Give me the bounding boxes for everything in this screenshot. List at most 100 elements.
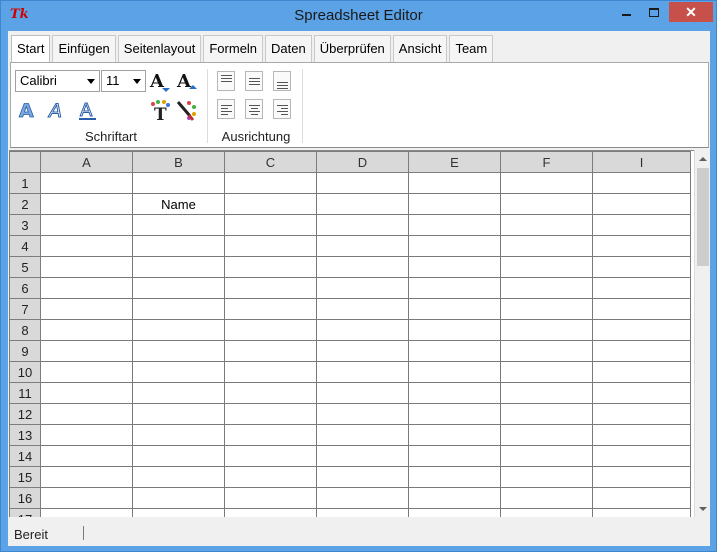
row-header[interactable]: 12 bbox=[9, 403, 41, 425]
grid-cell[interactable] bbox=[40, 256, 133, 278]
row-header[interactable]: 17 bbox=[9, 508, 41, 517]
tab-seitenlayout[interactable]: Seitenlayout bbox=[117, 35, 202, 62]
column-header[interactable]: B bbox=[132, 151, 225, 173]
align-top-icon[interactable] bbox=[217, 71, 235, 91]
grid-cell[interactable] bbox=[592, 382, 691, 404]
grid-cell[interactable] bbox=[40, 382, 133, 404]
grid-cell[interactable] bbox=[408, 172, 501, 194]
grid-cell[interactable] bbox=[316, 382, 409, 404]
row-header[interactable]: 11 bbox=[9, 382, 41, 404]
grid-cell[interactable] bbox=[132, 319, 225, 341]
grid-cell[interactable] bbox=[408, 403, 501, 425]
grid-cell[interactable] bbox=[500, 508, 593, 517]
grid-cell[interactable] bbox=[408, 445, 501, 467]
grid-cell[interactable] bbox=[132, 424, 225, 446]
grid-cell[interactable] bbox=[592, 340, 691, 362]
grid-cell[interactable] bbox=[592, 277, 691, 299]
grid-cell[interactable] bbox=[224, 361, 317, 383]
grid-cell[interactable] bbox=[408, 466, 501, 488]
grid-cell[interactable] bbox=[408, 487, 501, 509]
grid-cell[interactable] bbox=[316, 277, 409, 299]
grid-cell[interactable] bbox=[500, 403, 593, 425]
grid-cell[interactable]: Name bbox=[132, 193, 225, 215]
grid-cell[interactable] bbox=[592, 298, 691, 320]
grid-cell[interactable] bbox=[132, 256, 225, 278]
grid-cell[interactable] bbox=[316, 214, 409, 236]
align-left-icon[interactable] bbox=[217, 99, 235, 119]
grid-cell[interactable] bbox=[408, 340, 501, 362]
grid-cell[interactable] bbox=[500, 256, 593, 278]
align-middle-icon[interactable] bbox=[245, 71, 263, 91]
grid-cell[interactable] bbox=[316, 403, 409, 425]
grid-cell[interactable] bbox=[224, 277, 317, 299]
grid-cell[interactable] bbox=[40, 172, 133, 194]
grid-cell[interactable] bbox=[316, 235, 409, 257]
grid-cell[interactable] bbox=[224, 424, 317, 446]
grid-cell[interactable] bbox=[316, 445, 409, 467]
grid-cell[interactable] bbox=[224, 214, 317, 236]
grid-cell[interactable] bbox=[132, 235, 225, 257]
grid-cell[interactable] bbox=[408, 361, 501, 383]
grid-cell[interactable] bbox=[132, 445, 225, 467]
grid-cell[interactable] bbox=[132, 340, 225, 362]
grid-cell[interactable] bbox=[224, 298, 317, 320]
row-header[interactable]: 2 bbox=[9, 193, 41, 215]
grid-cell[interactable] bbox=[500, 445, 593, 467]
row-header[interactable]: 5 bbox=[9, 256, 41, 278]
vertical-scrollbar[interactable] bbox=[694, 150, 710, 517]
grid-cell[interactable] bbox=[40, 466, 133, 488]
grid-cell[interactable] bbox=[132, 403, 225, 425]
grid-cell[interactable] bbox=[316, 466, 409, 488]
tab-team[interactable]: Team bbox=[449, 35, 494, 62]
maximize-button[interactable] bbox=[641, 2, 667, 22]
grid-cell[interactable] bbox=[592, 487, 691, 509]
grid-cell[interactable] bbox=[500, 382, 593, 404]
grid-cell[interactable] bbox=[408, 424, 501, 446]
grid-cell[interactable] bbox=[316, 298, 409, 320]
close-button[interactable]: ✕ bbox=[669, 2, 713, 22]
row-header[interactable]: 13 bbox=[9, 424, 41, 446]
grid-cell[interactable] bbox=[224, 403, 317, 425]
row-header[interactable]: 8 bbox=[9, 319, 41, 341]
grid-cell[interactable] bbox=[40, 235, 133, 257]
column-header[interactable]: D bbox=[316, 151, 409, 173]
clear-format-icon[interactable] bbox=[175, 99, 197, 121]
tab-ansicht[interactable]: Ansicht bbox=[392, 35, 448, 62]
font-size-select[interactable]: 11 bbox=[101, 70, 146, 92]
grid-cell[interactable] bbox=[592, 508, 691, 517]
grid-cell[interactable] bbox=[224, 319, 317, 341]
grid-cell[interactable] bbox=[40, 340, 133, 362]
row-header[interactable]: 15 bbox=[9, 466, 41, 488]
grid-cell[interactable] bbox=[316, 361, 409, 383]
grid-cell[interactable] bbox=[40, 361, 133, 383]
grid-cell[interactable] bbox=[40, 193, 133, 215]
text-effect-underline-icon[interactable]: A bbox=[77, 99, 99, 121]
column-header[interactable]: F bbox=[500, 151, 593, 173]
grid-cell[interactable] bbox=[316, 508, 409, 517]
grid-cell[interactable] bbox=[408, 277, 501, 299]
row-header[interactable]: 7 bbox=[9, 298, 41, 320]
shrink-font-icon[interactable]: A bbox=[175, 70, 197, 92]
grid-cell[interactable] bbox=[40, 445, 133, 467]
column-header[interactable]: C bbox=[224, 151, 317, 173]
align-bottom-icon[interactable] bbox=[273, 71, 291, 91]
grid-cell[interactable] bbox=[224, 382, 317, 404]
grid-cell[interactable] bbox=[224, 172, 317, 194]
grid-cell[interactable] bbox=[40, 298, 133, 320]
tab-ueberpruefen[interactable]: Überprüfen bbox=[313, 35, 391, 62]
title-bar[interactable]: Tk Spreadsheet Editor ✕ bbox=[1, 1, 716, 31]
grid-cell[interactable] bbox=[132, 277, 225, 299]
grid-cell[interactable] bbox=[592, 214, 691, 236]
grid-cell[interactable] bbox=[224, 193, 317, 215]
font-family-select[interactable]: Calibri bbox=[15, 70, 100, 92]
grid-cell[interactable] bbox=[500, 487, 593, 509]
align-center-icon[interactable] bbox=[245, 99, 263, 119]
text-effect-outline-icon[interactable]: A bbox=[17, 99, 39, 121]
grid-corner[interactable] bbox=[9, 151, 41, 173]
grid-cell[interactable] bbox=[132, 466, 225, 488]
row-header[interactable]: 3 bbox=[9, 214, 41, 236]
scroll-down-button[interactable] bbox=[695, 500, 711, 517]
grid-cell[interactable] bbox=[132, 214, 225, 236]
grid-cell[interactable] bbox=[408, 256, 501, 278]
grid-cell[interactable] bbox=[500, 340, 593, 362]
